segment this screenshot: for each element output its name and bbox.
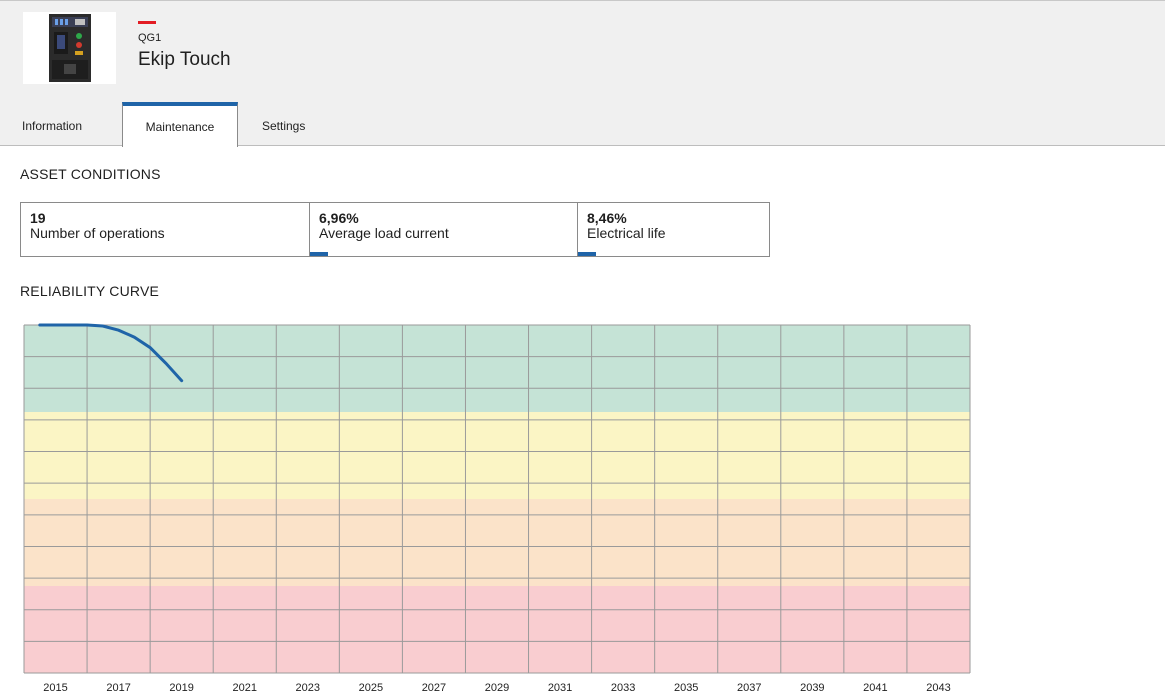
x-tick-label: 2037 — [737, 682, 761, 694]
electrical-life-label: Electrical life — [587, 225, 666, 241]
operations-label: Number of operations — [30, 225, 165, 241]
operations-card: 19 Number of operations — [21, 203, 309, 256]
x-tick-label: 2021 — [232, 682, 256, 694]
tab-maintenance[interactable]: Maintenance — [122, 102, 238, 147]
x-tick-label: 2017 — [106, 682, 130, 694]
x-tick-label: 2027 — [422, 682, 446, 694]
device-code: QG1 — [138, 32, 162, 44]
x-tick-label: 2031 — [548, 682, 572, 694]
tab-settings[interactable]: Settings — [262, 104, 305, 147]
x-tick-label: 2029 — [485, 682, 509, 694]
x-tick-label: 2039 — [800, 682, 824, 694]
accent-bar — [138, 21, 156, 24]
electrical-life-progress — [578, 252, 596, 256]
device-header: QG1 Ekip Touch Information Maintenance S… — [0, 0, 1165, 147]
x-tick-label: 2025 — [359, 682, 383, 694]
x-tick-label: 2015 — [43, 682, 67, 694]
reliability-band-2 — [24, 499, 970, 586]
reliability-band-3 — [24, 586, 970, 673]
x-tick-label: 2041 — [863, 682, 887, 694]
reliability-curve-title: RELIABILITY CURVE — [20, 283, 160, 299]
x-tick-label: 2023 — [296, 682, 320, 694]
electrical-life-value: 8,46% — [587, 210, 627, 226]
x-tick-label: 2033 — [611, 682, 635, 694]
x-tick-label: 2035 — [674, 682, 698, 694]
chart-bands — [24, 325, 970, 673]
operations-value: 19 — [30, 210, 46, 226]
x-axis-ticks: 2015 2017 2019 2021 2023 2025 2027 2029 2031 2033… — [43, 682, 950, 694]
electrical-life-card: 8,46% Electrical life — [577, 203, 769, 256]
load-current-value: 6,96% — [319, 210, 359, 226]
asset-conditions-title: ASSET CONDITIONS — [20, 166, 161, 182]
x-tick-label: 2043 — [926, 682, 950, 694]
load-current-label: Average load current — [319, 225, 449, 241]
asset-conditions-cards: 19 Number of operations 6,96% Average lo… — [20, 202, 770, 257]
reliability-band-0 — [24, 325, 970, 412]
circuit-breaker-image — [48, 14, 91, 82]
load-current-progress — [310, 252, 328, 256]
reliability-chart: 2015 2017 2019 2021 2023 2025 2027 2029 2031 2033… — [23, 323, 971, 694]
reliability-band-1 — [24, 412, 970, 499]
tab-information[interactable]: Information — [22, 104, 82, 147]
device-name: Ekip Touch — [138, 49, 231, 70]
x-tick-label: 2019 — [169, 682, 193, 694]
load-current-card: 6,96% Average load current — [309, 203, 577, 256]
device-image — [23, 12, 116, 84]
